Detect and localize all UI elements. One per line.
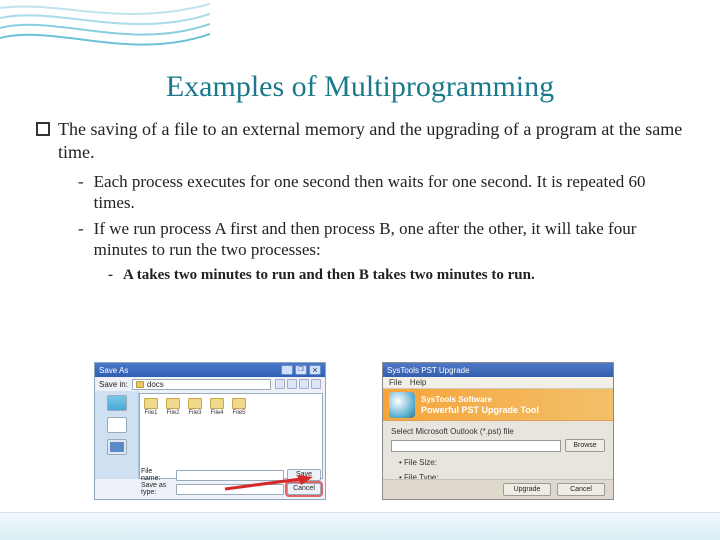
slide-title: Examples of Multiprogramming — [36, 70, 684, 104]
filesize-label: • File Size: — [399, 458, 439, 467]
dialog-title: SysTools PST Upgrade — [387, 366, 470, 375]
slide: Examples of Multiprogramming The saving … — [0, 0, 720, 540]
file-item[interactable]: File2 — [166, 398, 180, 416]
menubar: File Help — [383, 377, 613, 389]
minimize-icon[interactable] — [281, 365, 293, 375]
dialog-footer: File name: Save Save as type: Cancel — [141, 469, 321, 495]
subsub-bullet: - A takes two minutes to run and then B … — [108, 266, 684, 285]
sub-list: - Each process executes for one second t… — [78, 171, 684, 260]
filename-label: File name: — [141, 468, 173, 482]
filetype-label: Save as type: — [141, 482, 173, 496]
save-button[interactable]: Save — [287, 469, 321, 481]
dialog-titlebar: Save As — [95, 363, 325, 377]
file-path-input[interactable] — [391, 440, 561, 452]
filename-input[interactable] — [176, 470, 284, 481]
location-value: docs — [147, 380, 164, 389]
new-folder-icon[interactable] — [299, 379, 309, 389]
dash-icon: - — [78, 171, 84, 214]
sub-bullet: - If we run process A first and then pro… — [78, 218, 684, 261]
back-icon[interactable] — [275, 379, 285, 389]
dash-icon: - — [78, 218, 84, 261]
subsub-text: A takes two minutes to run and then B ta… — [123, 266, 535, 285]
upgrade-button[interactable]: Upgrade — [503, 483, 551, 496]
documents-icon[interactable] — [107, 417, 127, 433]
places-sidebar — [95, 391, 139, 479]
square-bullet-icon — [36, 122, 50, 136]
menu-help[interactable]: Help — [410, 378, 426, 387]
browse-button[interactable]: Browse — [565, 439, 605, 452]
computer-icon[interactable] — [107, 439, 127, 455]
folder-icon — [144, 398, 158, 409]
subsub-list: - A takes two minutes to run and then B … — [108, 266, 684, 285]
cancel-button[interactable]: Cancel — [287, 483, 321, 495]
product-name: Powerful PST Upgrade Tool — [421, 405, 539, 415]
main-bullet: The saving of a file to an external memo… — [36, 118, 684, 163]
dialog-toolbar: Save in: docs — [95, 377, 325, 391]
cancel-button[interactable]: Cancel — [557, 483, 605, 496]
file-item[interactable]: File5 — [232, 398, 246, 416]
dash-icon: - — [108, 266, 113, 285]
folder-icon — [232, 398, 246, 409]
savein-label: Save in: — [99, 380, 128, 389]
dialog-body: Select Microsoft Outlook (*.pst) file Br… — [383, 421, 613, 488]
sub-bullet-text: If we run process A first and then proce… — [94, 218, 684, 261]
select-file-label: Select Microsoft Outlook (*.pst) file — [391, 427, 605, 436]
upgrade-dialog: SysTools PST Upgrade File Help SysTools … — [382, 362, 614, 500]
main-bullet-text: The saving of a file to an external memo… — [58, 118, 684, 163]
views-icon[interactable] — [311, 379, 321, 389]
brand-logo-icon — [389, 392, 415, 418]
folder-icon — [136, 381, 144, 388]
sub-bullet-text: Each process executes for one second the… — [94, 171, 684, 214]
up-icon[interactable] — [287, 379, 297, 389]
content-area: Examples of Multiprogramming The saving … — [0, 70, 720, 285]
desktop-icon[interactable] — [107, 395, 127, 411]
dialog-buttonbar: Upgrade Cancel — [383, 479, 613, 499]
file-item[interactable]: File4 — [210, 398, 224, 416]
file-item[interactable]: File3 — [188, 398, 202, 416]
file-list[interactable]: File1 File2 File3 File4 File5 — [139, 393, 323, 479]
maximize-icon[interactable] — [295, 365, 307, 375]
dialog-titlebar: SysTools PST Upgrade — [383, 363, 613, 377]
sub-bullet: - Each process executes for one second t… — [78, 171, 684, 214]
save-dialog: Save As Save in: docs — [94, 362, 326, 500]
file-item[interactable]: File1 — [144, 398, 158, 416]
brand-name: SysTools Software — [421, 395, 539, 404]
decorative-wave — [0, 0, 210, 60]
figures-row: Save As Save in: docs — [94, 362, 614, 500]
close-icon[interactable] — [309, 365, 321, 375]
filesize-row: • File Size: — [399, 458, 605, 467]
folder-icon — [166, 398, 180, 409]
menu-file[interactable]: File — [389, 378, 402, 387]
folder-icon — [210, 398, 224, 409]
folder-icon — [188, 398, 202, 409]
location-dropdown[interactable]: docs — [132, 379, 271, 390]
filetype-dropdown[interactable] — [176, 484, 284, 495]
decorative-footer-band — [0, 512, 720, 540]
branding-banner: SysTools Software Powerful PST Upgrade T… — [383, 389, 613, 421]
dialog-title: Save As — [99, 366, 128, 375]
